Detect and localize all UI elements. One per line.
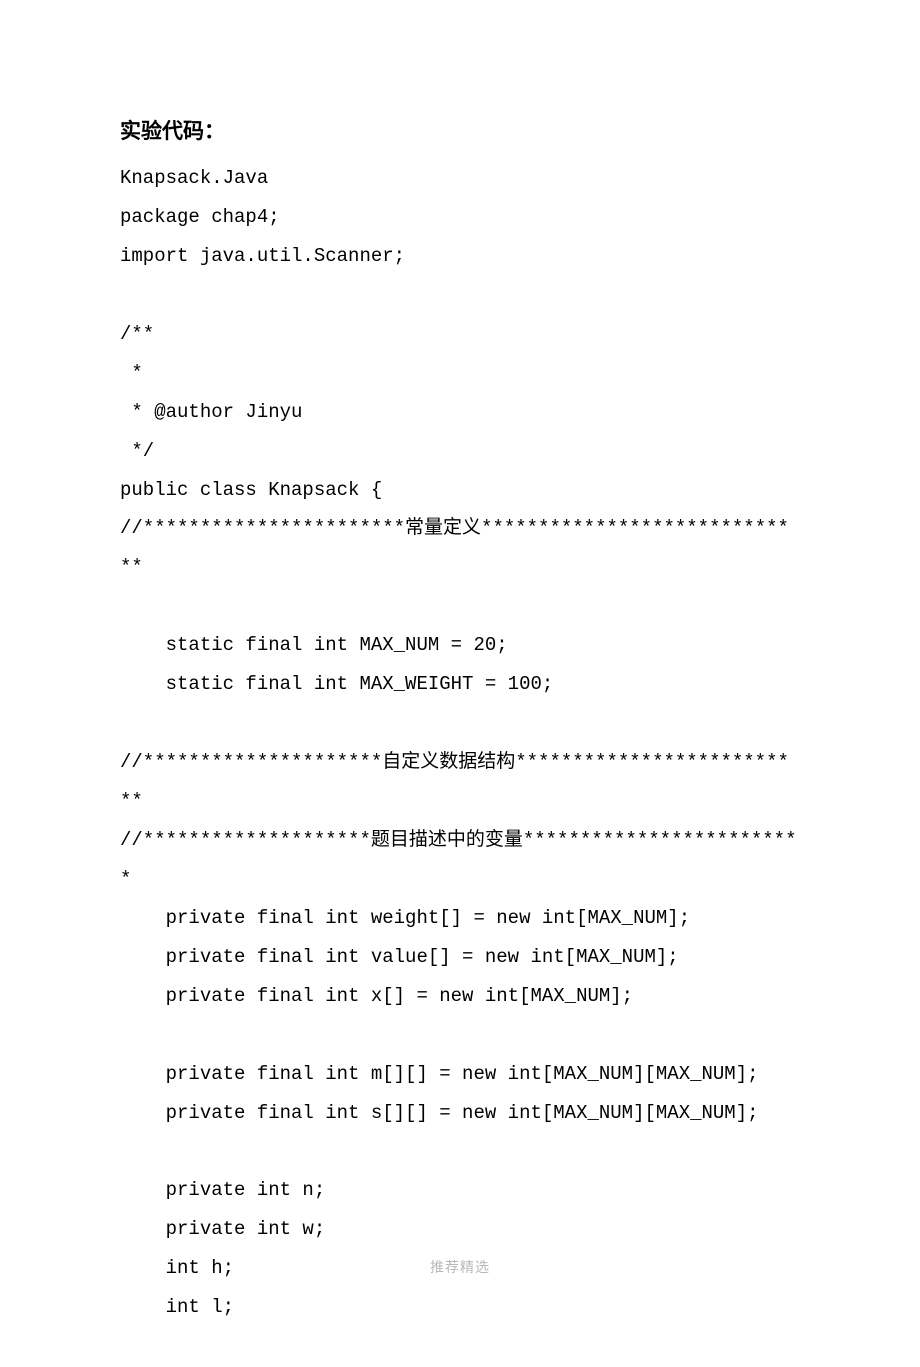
section-heading: 实验代码： bbox=[120, 115, 800, 145]
document-page: 实验代码： Knapsack.Java package chap4; impor… bbox=[0, 0, 920, 1367]
page-footer: 推荐精选 bbox=[0, 1257, 920, 1277]
code-listing: Knapsack.Java package chap4; import java… bbox=[120, 159, 800, 1327]
